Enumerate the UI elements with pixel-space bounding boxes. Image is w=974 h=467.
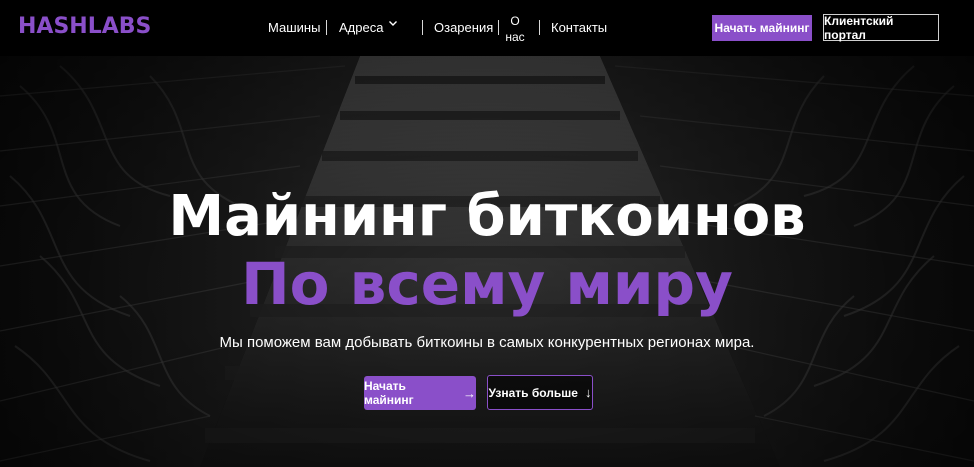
hero-section: Майнинг биткоинов По всему миру Мы помож… [0, 56, 974, 467]
hero-start-mining-button[interactable]: Начать майнинг → [364, 376, 476, 410]
client-portal-button[interactable]: Клиентский портал [823, 14, 939, 42]
nav-item-insights[interactable]: Озарения [434, 20, 493, 35]
arrow-right-icon: → [463, 385, 476, 401]
hero-subtitle: Мы поможем вам добывать биткоины в самых… [219, 334, 755, 351]
nav-item-about-line1: О [510, 14, 520, 28]
hero-title: Майнинг биткоинов [168, 184, 806, 249]
nav-item-about[interactable]: О нас [504, 13, 526, 45]
hero-start-mining-label: Начать майнинг [364, 379, 414, 407]
nav-divider [498, 20, 499, 35]
learn-more-button[interactable]: Узнать больше ↓ [487, 375, 593, 410]
learn-more-label: Узнать больше [488, 385, 578, 400]
nav-divider [539, 20, 540, 35]
hero-title-accent: По всему миру [241, 250, 733, 318]
arrow-down-icon: ↓ [584, 385, 592, 400]
nav-item-machines[interactable]: Машины [268, 20, 320, 35]
logo[interactable]: HASHLABS [18, 14, 151, 39]
nav-item-about-line2: нас [505, 30, 525, 44]
nav-item-contacts[interactable]: Контакты [551, 20, 607, 35]
chevron-down-icon[interactable] [388, 18, 398, 31]
nav-item-addresses[interactable]: Адреса [339, 20, 383, 35]
nav-divider [326, 20, 327, 35]
start-mining-button[interactable]: Начать майнинг [712, 15, 812, 41]
nav-divider [422, 20, 423, 35]
top-navbar: HASHLABS Машины Адреса Озарения О нас Ко… [0, 0, 974, 56]
